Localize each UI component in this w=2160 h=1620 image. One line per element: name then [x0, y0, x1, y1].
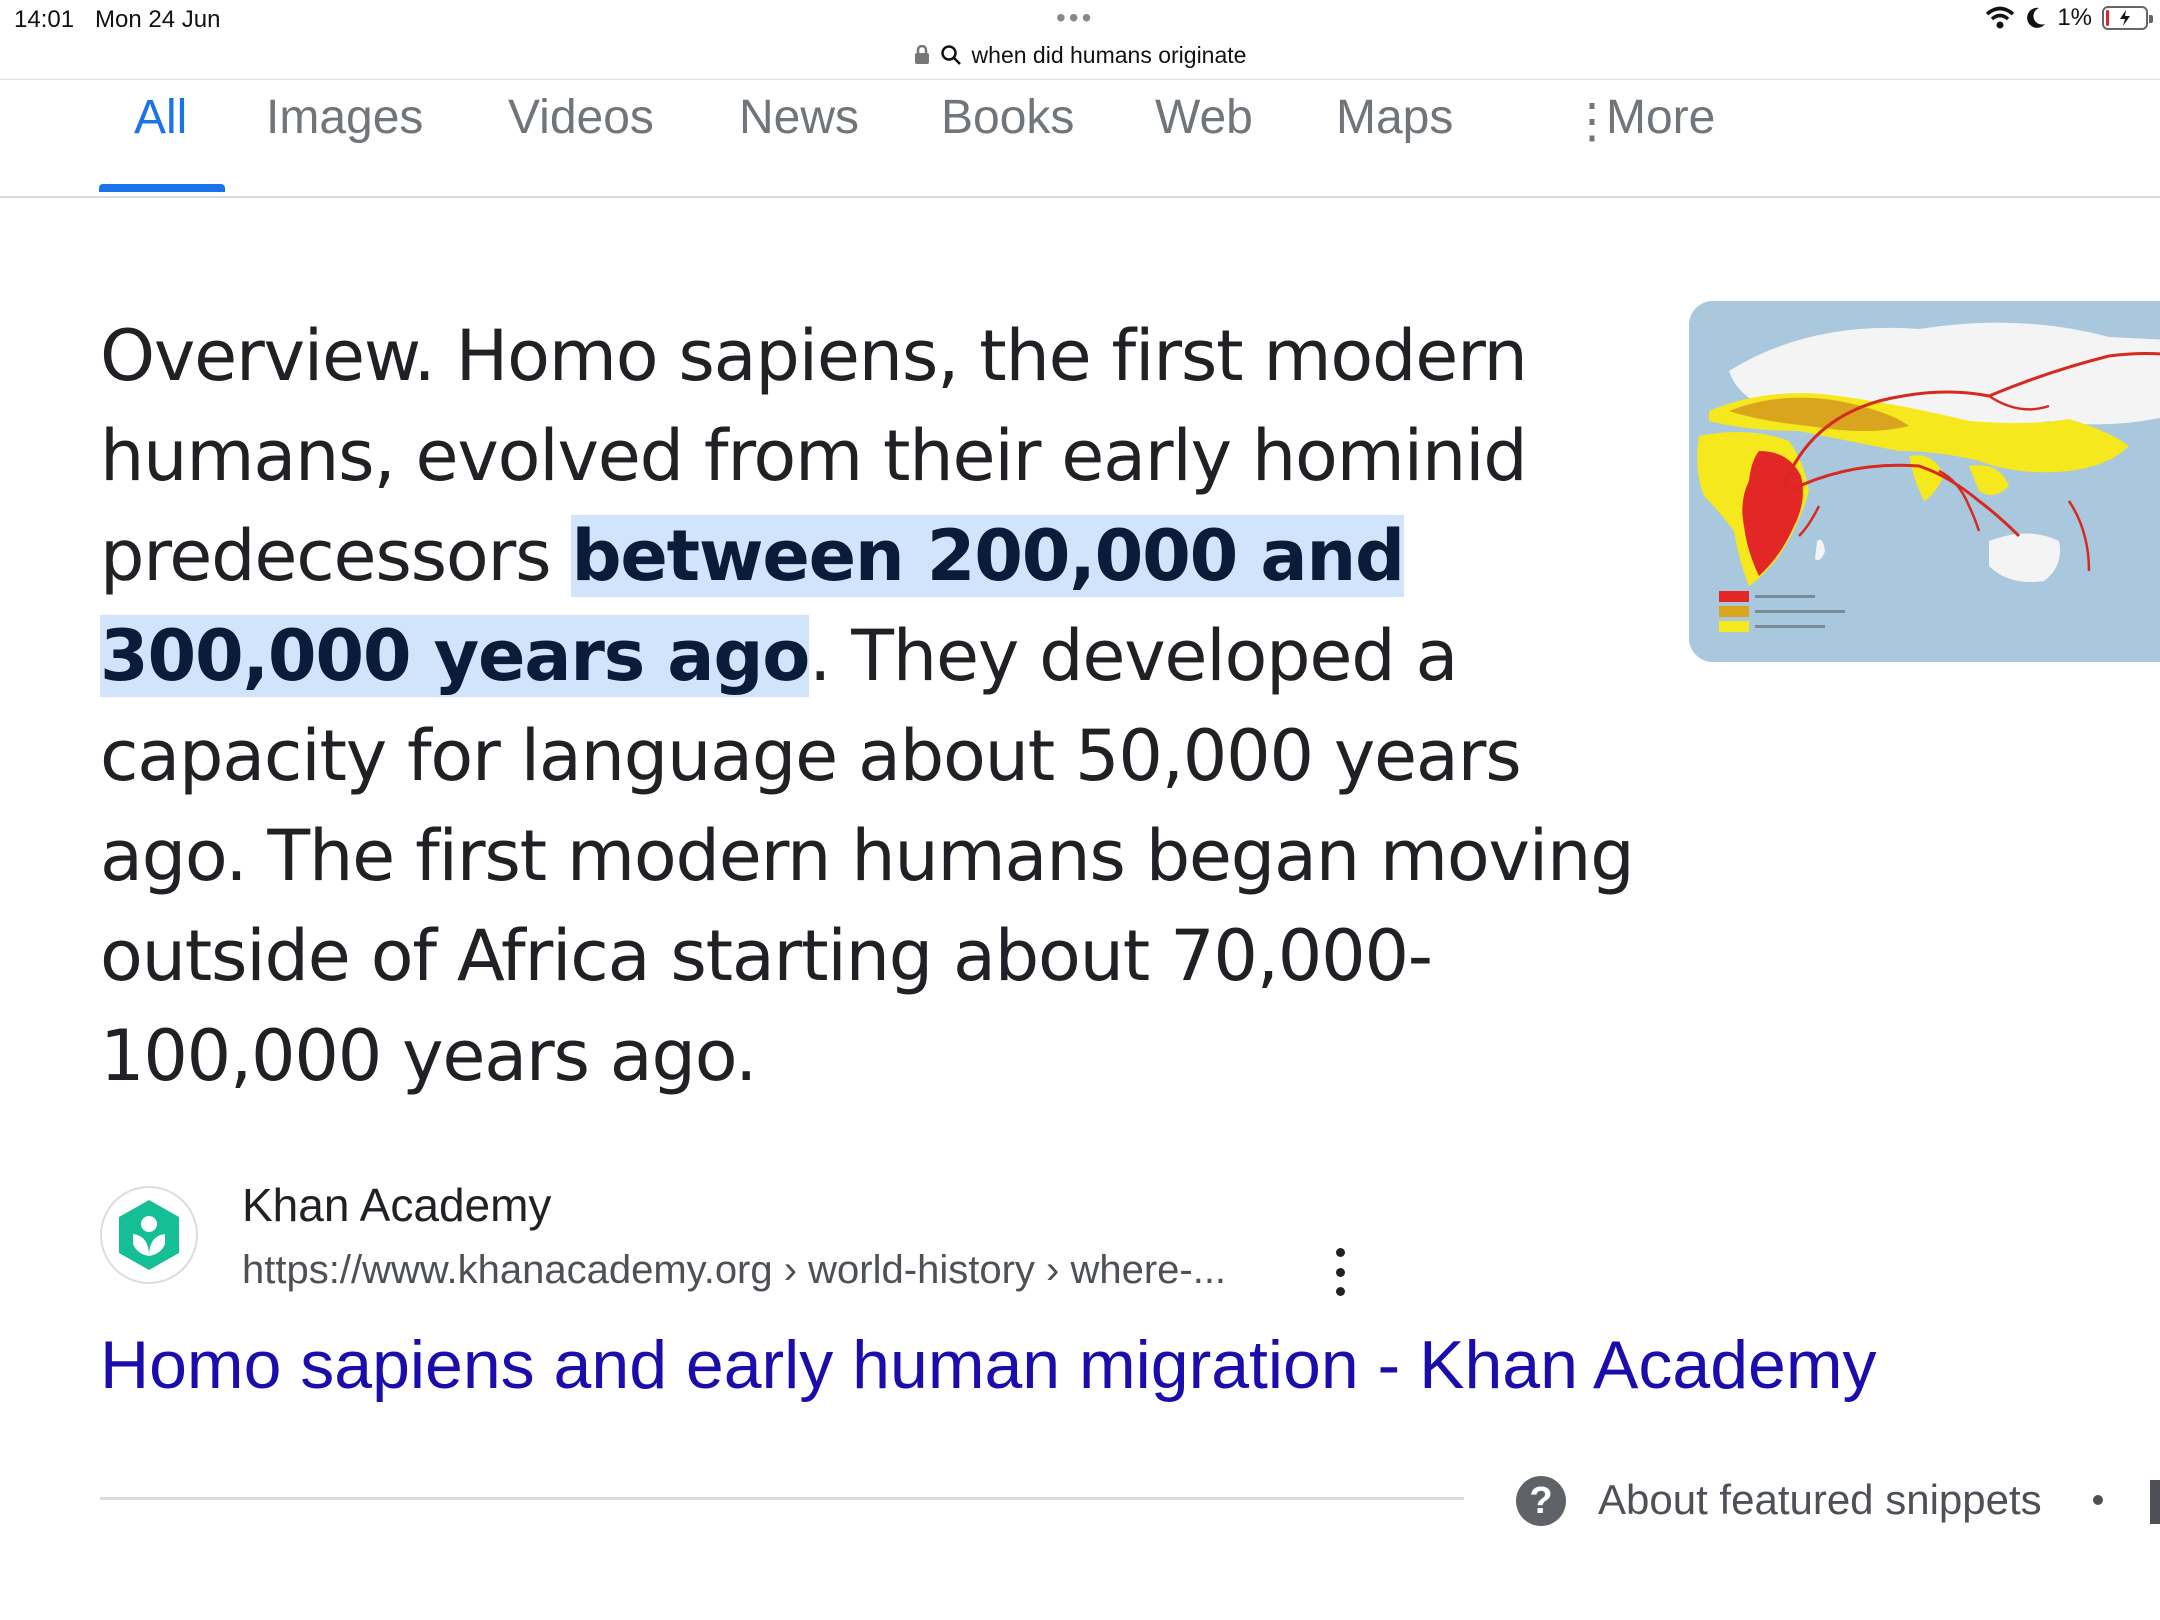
- result-title-link[interactable]: Homo sapiens and early human migration -…: [100, 1326, 1877, 1404]
- search-icon: [940, 45, 961, 65]
- featured-snippet-text: Overview. Homo sapiens, the first modern…: [100, 306, 1660, 1106]
- address-bar[interactable]: when did humans originate: [0, 38, 2160, 72]
- about-featured-snippets-link[interactable]: About featured snippets: [1598, 1476, 2042, 1524]
- battery-icon: [2102, 6, 2153, 30]
- tab-books[interactable]: Books: [941, 90, 1074, 145]
- khan-academy-logo-icon: [119, 1200, 179, 1270]
- url-query: when did humans originate: [971, 41, 1247, 68]
- multitask-dots-icon[interactable]: •••: [1056, 2, 1094, 34]
- help-icon[interactable]: ?: [1516, 1476, 1566, 1526]
- status-time: 14:01: [14, 6, 75, 33]
- source-url[interactable]: https://www.khanacademy.org › world-hist…: [242, 1248, 1226, 1293]
- result-menu-icon[interactable]: [1328, 1248, 1352, 1296]
- khan-academy-favicon[interactable]: [100, 1186, 198, 1284]
- status-bar: 14:01 Mon 24 Jun ••• 1% when did humans …: [0, 0, 2160, 80]
- tab-images[interactable]: Images: [266, 90, 423, 145]
- battery-percentage: 1%: [2057, 4, 2092, 31]
- tab-news[interactable]: News: [739, 90, 859, 145]
- migration-map-image[interactable]: [1689, 301, 2160, 662]
- separator-dot: [2093, 1495, 2103, 1505]
- tab-videos[interactable]: Videos: [508, 90, 654, 145]
- tab-all[interactable]: All: [134, 90, 187, 145]
- tab-web[interactable]: Web: [1155, 90, 1253, 145]
- source-name[interactable]: Khan Academy: [242, 1178, 551, 1232]
- moon-icon: [2027, 7, 2046, 28]
- wifi-icon: [1986, 6, 2015, 29]
- search-tabs: All Images Videos News Books Web Maps ⋮ …: [0, 80, 2160, 198]
- divider: [100, 1497, 1464, 1500]
- tab-maps[interactable]: Maps: [1336, 90, 1453, 145]
- feedback-icon[interactable]: [2150, 1480, 2160, 1524]
- active-tab-indicator: [99, 184, 225, 192]
- status-indicators: 1%: [1985, 4, 2153, 32]
- status-date: Mon 24 Jun: [95, 6, 221, 33]
- lock-icon: [914, 45, 929, 64]
- tab-more[interactable]: More: [1606, 90, 1715, 145]
